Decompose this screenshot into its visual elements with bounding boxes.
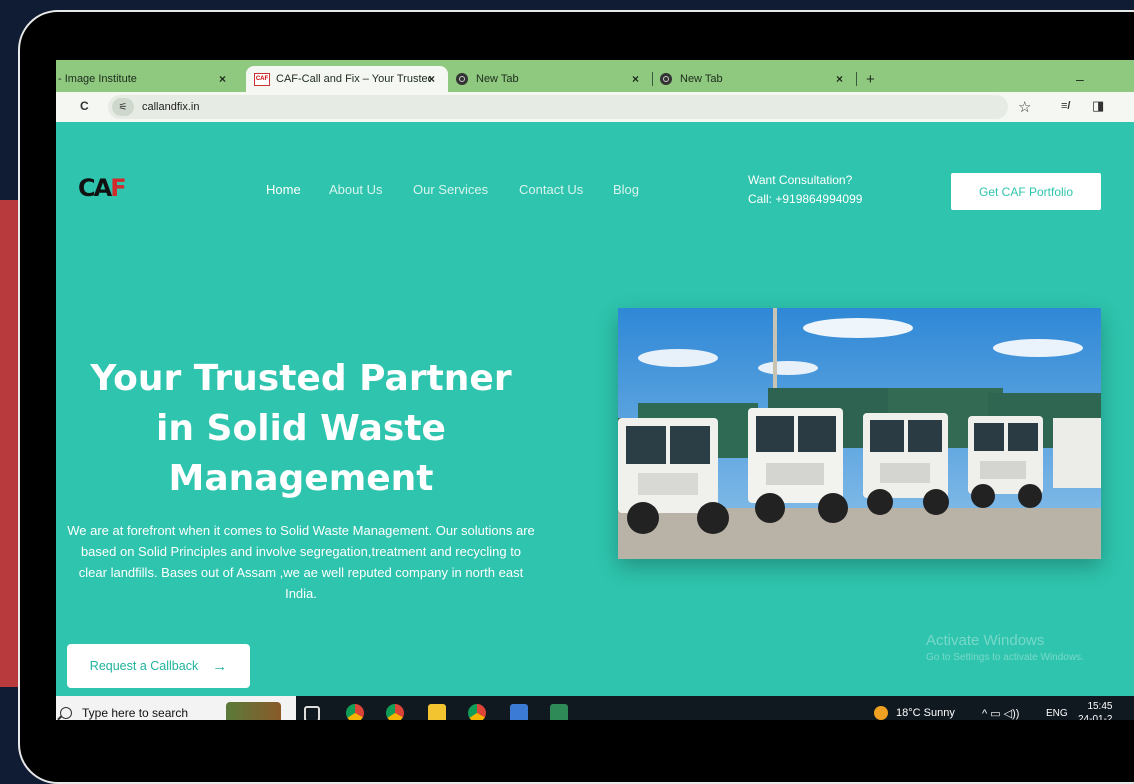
extensions-icon[interactable]: ≡/: [1061, 100, 1070, 112]
request-callback-button[interactable]: Request a Callback →: [67, 644, 250, 688]
side-panel-icon[interactable]: ◨: [1092, 98, 1104, 114]
nav-home[interactable]: Home: [266, 182, 301, 197]
activate-windows-watermark: Activate Windows Go to Settings to activ…: [926, 632, 1084, 663]
consultation-phone[interactable]: Call: +919864994099: [748, 190, 862, 209]
language-indicator[interactable]: ENG: [1046, 696, 1068, 720]
tab-title: - Image Institute: [58, 73, 137, 85]
app-icon[interactable]: [510, 704, 528, 720]
device-frame: - Image Institute × CAF CAF-Call and Fix…: [18, 10, 1134, 784]
tab-close-icon[interactable]: ×: [428, 72, 435, 86]
nav-contact-us[interactable]: Contact Us: [519, 182, 583, 197]
taskbar-search-placeholder: Type here to search: [82, 706, 189, 720]
logo-main-text: CA: [78, 174, 112, 202]
bookmark-star-icon[interactable]: ☆: [1018, 98, 1031, 116]
tab-title: CAF-Call and Fix – Your Trusted: [276, 73, 431, 85]
callback-label: Request a Callback: [89, 659, 199, 673]
tab-close-icon[interactable]: ×: [219, 72, 226, 86]
taskbar-search[interactable]: Type here to search: [56, 696, 296, 720]
tab-new-tab-1[interactable]: New Tab ×: [456, 66, 646, 92]
sun-icon: [874, 706, 888, 720]
windows-taskbar: Type here to search 18°C Sunny ^ ▭ ◁)) E…: [56, 696, 1134, 720]
clock-date: 24-01-2: [1078, 714, 1113, 720]
nav-our-services[interactable]: Our Services: [413, 182, 488, 197]
logo-accent-text: F: [110, 174, 126, 202]
weather-text: 18°C Sunny: [896, 707, 955, 719]
tab-separator: [652, 72, 653, 86]
browser-toolbar: C ⚟ callandfix.in ☆ ≡/ ◨: [56, 92, 1134, 122]
search-icon: [60, 707, 72, 719]
tab-separator: [856, 72, 857, 86]
caf-logo[interactable]: CAF: [78, 174, 127, 202]
url-text: callandfix.in: [142, 101, 200, 113]
tab-new-tab-2[interactable]: New Tab ×: [660, 66, 850, 92]
tab-close-icon[interactable]: ×: [632, 72, 639, 86]
hero-title: Your Trusted Partner in Solid Waste Mana…: [90, 358, 512, 499]
chrome-icon[interactable]: [346, 704, 364, 720]
hero-description: We are at forefront when it comes to Sol…: [67, 523, 535, 601]
trucks-photo: [618, 308, 1101, 559]
clock[interactable]: 15:45 24-01-2: [1078, 696, 1112, 720]
website-viewport: CAF Home About Us Our Services Contact U…: [56, 122, 1134, 696]
get-portfolio-button[interactable]: Get CAF Portfolio: [951, 173, 1101, 210]
tab-title: New Tab: [476, 73, 519, 85]
reload-icon[interactable]: C: [80, 99, 89, 113]
caf-favicon-icon: CAF: [254, 72, 270, 86]
system-tray[interactable]: ^ ▭ ◁)): [982, 696, 1019, 720]
tab-title: New Tab: [680, 73, 723, 85]
screen: - Image Institute × CAF CAF-Call and Fix…: [56, 60, 1134, 720]
weather-widget[interactable]: 18°C Sunny: [874, 696, 955, 720]
minimize-button[interactable]: –: [1076, 66, 1096, 92]
watermark-subtitle: Go to Settings to activate Windows.: [926, 652, 1084, 663]
new-tab-button[interactable]: +: [866, 66, 886, 92]
tray-icons: ^ ▭ ◁)): [982, 707, 1020, 720]
nav-blog[interactable]: Blog: [613, 182, 639, 197]
garbage-trucks-image: [618, 308, 1101, 559]
address-bar[interactable]: ⚟ callandfix.in: [108, 95, 1008, 119]
tab-caf[interactable]: CAF CAF-Call and Fix – Your Trusted ×: [246, 66, 448, 92]
site-info-icon[interactable]: ⚟: [112, 98, 134, 116]
consultation-heading: Want Consultation?: [748, 173, 853, 187]
tab-close-icon[interactable]: ×: [836, 72, 843, 86]
watermark-title: Activate Windows: [926, 632, 1045, 649]
chrome-profile-2-icon[interactable]: [468, 704, 486, 720]
file-explorer-icon[interactable]: [428, 704, 446, 720]
nav-about-us[interactable]: About Us: [329, 182, 382, 197]
task-view-icon[interactable]: [304, 706, 320, 720]
tab-image-institute[interactable]: - Image Institute ×: [56, 66, 246, 92]
excel-icon[interactable]: [550, 704, 568, 720]
search-highlight-icon: [226, 702, 281, 720]
clock-time: 15:45: [1087, 701, 1113, 712]
chrome-profile-icon[interactable]: [386, 704, 404, 720]
chrome-favicon-icon: [660, 73, 672, 85]
arrow-right-icon: →: [212, 657, 228, 675]
browser-tab-bar: - Image Institute × CAF CAF-Call and Fix…: [56, 60, 1134, 92]
chrome-favicon-icon: [456, 73, 468, 85]
consultation-info: Want Consultation? Call: +919864994099: [748, 171, 862, 209]
